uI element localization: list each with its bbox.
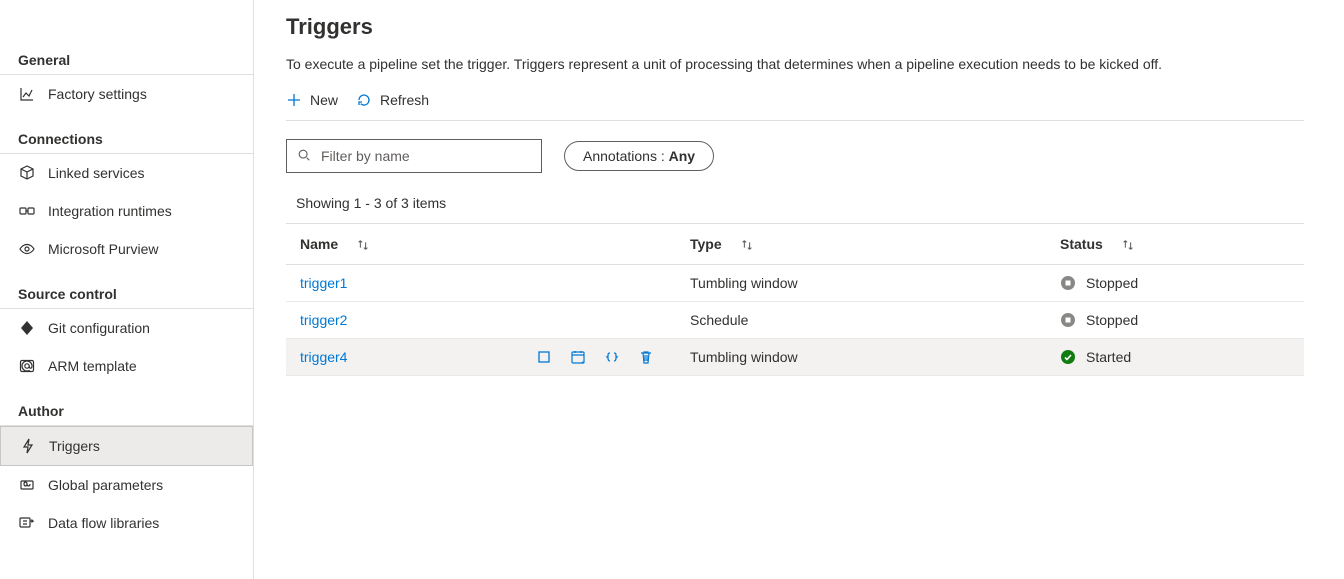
sort-icon [356, 238, 370, 252]
table-row[interactable]: trigger4 Tumbling window Started [286, 339, 1304, 376]
triggers-table: Name Type Status [286, 223, 1304, 376]
globals-icon [18, 476, 36, 494]
sidebar-item-microsoft-purview[interactable]: Microsoft Purview [0, 230, 253, 268]
dataflow-icon [18, 514, 36, 532]
filter-row: Annotations : Any [286, 139, 1304, 173]
trigger-name-link[interactable]: trigger1 [300, 275, 347, 291]
page-title: Triggers [286, 14, 1304, 40]
sidebar-item-label: Integration runtimes [48, 203, 172, 219]
new-label: New [310, 92, 338, 108]
sidebar-item-factory-settings[interactable]: Factory settings [0, 75, 253, 113]
stop-circle-icon [1060, 275, 1076, 291]
table-row[interactable]: trigger1 Tumbling window Stopped [286, 265, 1304, 302]
plus-icon [286, 92, 302, 108]
col-header-name[interactable]: Name [286, 224, 676, 265]
annotations-label: Annotations : [583, 148, 669, 164]
search-icon [297, 148, 311, 165]
status-text: Stopped [1086, 312, 1138, 328]
cube-icon [18, 164, 36, 182]
chart-icon [18, 85, 36, 103]
status-cell: Stopped [1060, 312, 1290, 328]
sidebar-item-arm-template[interactable]: ARM template [0, 347, 253, 385]
sidebar-item-integration-runtimes[interactable]: Integration runtimes [0, 192, 253, 230]
status-text: Started [1086, 349, 1131, 365]
page-description: To execute a pipeline set the trigger. T… [286, 56, 1304, 72]
sidebar-item-label: Microsoft Purview [48, 241, 158, 257]
sidebar-item-label: Global parameters [48, 477, 163, 493]
sidebar-item-label: ARM template [48, 358, 137, 374]
type-cell: Schedule [676, 302, 1046, 339]
type-cell: Tumbling window [676, 339, 1046, 376]
sort-icon [740, 238, 754, 252]
trigger-name-link[interactable]: trigger2 [300, 312, 347, 328]
check-circle-icon [1060, 349, 1076, 365]
sidebar: General Factory settings Connections Linked… [0, 0, 254, 579]
result-count: Showing 1 - 3 of 3 items [286, 195, 1304, 211]
sidebar-item-label: Triggers [49, 438, 100, 454]
status-cell: Stopped [1060, 275, 1290, 291]
bolt-icon [19, 437, 37, 455]
filter-input-wrapper[interactable] [286, 139, 542, 173]
sidebar-item-data-flow-libraries[interactable]: Data flow libraries [0, 504, 253, 542]
sidebar-section-header: Source control [0, 278, 253, 309]
sidebar-item-git-configuration[interactable]: Git configuration [0, 309, 253, 347]
refresh-label: Refresh [380, 92, 429, 108]
table-row[interactable]: trigger2 Schedule Stopped [286, 302, 1304, 339]
refresh-button[interactable]: Refresh [356, 92, 429, 108]
sidebar-item-linked-services[interactable]: Linked services [0, 154, 253, 192]
eye-icon [18, 240, 36, 258]
sidebar-item-label: Git configuration [48, 320, 150, 336]
stop-circle-icon [1060, 312, 1076, 328]
sidebar-section-header: Connections [0, 123, 253, 154]
sidebar-section-header: General [0, 44, 253, 75]
sidebar-item-label: Factory settings [48, 86, 147, 102]
sidebar-item-global-parameters[interactable]: Global parameters [0, 466, 253, 504]
col-header-status[interactable]: Status [1046, 224, 1304, 265]
code-icon[interactable] [604, 349, 620, 365]
diamond-icon [18, 319, 36, 337]
toolbar: New Refresh [286, 92, 1304, 121]
new-button[interactable]: New [286, 92, 338, 108]
trigger-name-link[interactable]: trigger4 [300, 349, 347, 365]
row-actions [536, 349, 662, 365]
runtimes-icon [18, 202, 36, 220]
sidebar-item-label: Data flow libraries [48, 515, 159, 531]
annotations-filter[interactable]: Annotations : Any [564, 141, 714, 171]
schedule-icon[interactable] [570, 349, 586, 365]
stop-icon[interactable] [536, 349, 552, 365]
at-icon [18, 357, 36, 375]
type-cell: Tumbling window [676, 265, 1046, 302]
sort-icon [1121, 238, 1135, 252]
filter-input[interactable] [319, 147, 531, 165]
status-text: Stopped [1086, 275, 1138, 291]
refresh-icon [356, 92, 372, 108]
sidebar-section-header: Author [0, 395, 253, 426]
sidebar-item-label: Linked services [48, 165, 145, 181]
status-cell: Started [1060, 349, 1290, 365]
col-header-type[interactable]: Type [676, 224, 1046, 265]
sidebar-item-triggers[interactable]: Triggers [0, 426, 253, 466]
main-panel: Triggers To execute a pipeline set the t… [254, 0, 1344, 579]
annotations-value: Any [669, 148, 695, 164]
delete-icon[interactable] [638, 349, 654, 365]
